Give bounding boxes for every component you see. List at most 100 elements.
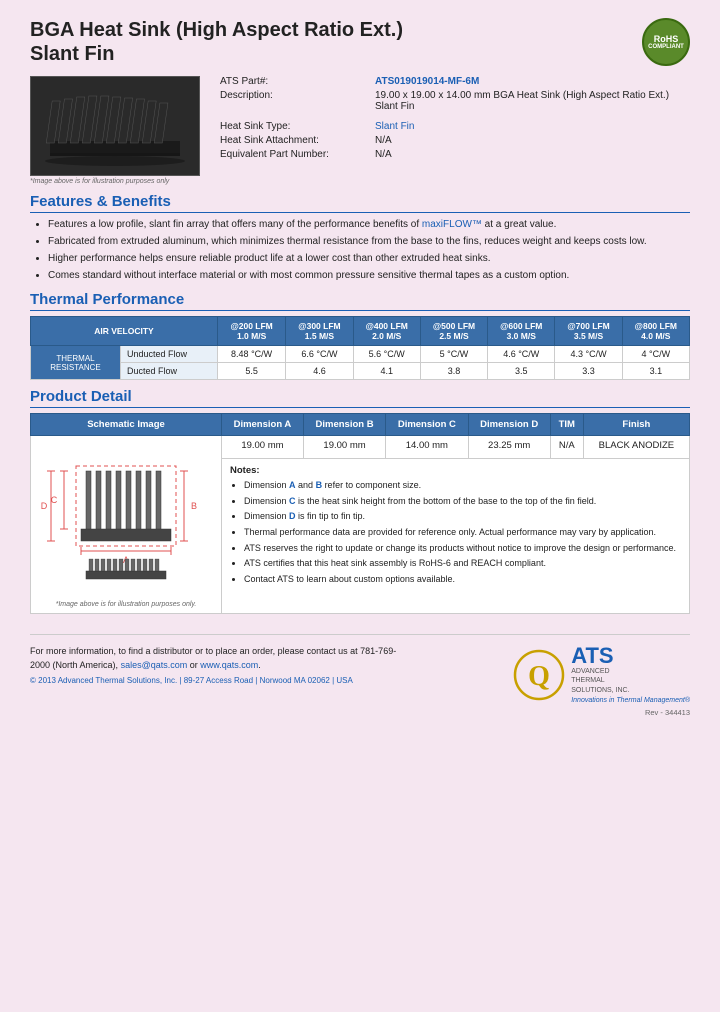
ducted-500: 3.8 [420, 363, 487, 380]
unducted-300: 6.6 °C/W [286, 346, 353, 363]
unducted-600: 4.6 °C/W [488, 346, 555, 363]
ats-big-text: ATS [571, 645, 690, 667]
svg-text:Q: Q [528, 661, 550, 692]
ducted-flow-label: Ducted Flow [121, 363, 218, 380]
rev-text: Rev - 344413 [30, 708, 690, 717]
features-list: Features a low profile, slant fin array … [48, 218, 690, 283]
product-image-area: *Image above is for illustration purpose… [30, 76, 200, 185]
product-detail-table: Schematic Image Dimension A Dimension B … [30, 413, 690, 614]
ats-q-logo: Q [513, 649, 565, 701]
notes-list: Dimension A and B refer to component siz… [244, 479, 681, 585]
thermal-performance-heading: Thermal Performance [30, 291, 690, 311]
note-2: Dimension C is the heat sink height from… [244, 495, 681, 508]
air-velocity-header: AIR VELOCITY [31, 317, 218, 346]
note-2-c: C [289, 496, 296, 506]
thermal-resistance-label: THERMAL RESISTANCE [31, 346, 121, 380]
ats-company-2: THERMAL [571, 676, 690, 685]
ats-company-1: ADVANCED [571, 667, 690, 676]
footer-email[interactable]: sales@qats.com [121, 660, 188, 670]
product-info-row: *Image above is for illustration purpose… [30, 76, 690, 185]
footer-website[interactable]: www.qats.com [200, 660, 258, 670]
dim-a-header: Dimension A [222, 414, 304, 436]
heat-sink-type-row: Heat Sink Type: Slant Fin [220, 121, 690, 132]
product-image-box [30, 76, 200, 176]
svg-text:B: B [191, 501, 197, 511]
rohs-text: RoHS [654, 34, 679, 44]
image-note: *Image above is for illustration purpose… [30, 178, 200, 185]
footer-contact-text: For more information, to find a distribu… [30, 645, 410, 672]
feature-item-2: Fabricated from extruded aluminum, which… [48, 235, 690, 249]
dim-c-header: Dimension C [386, 414, 468, 436]
feature-item-4: Comes standard without interface materia… [48, 269, 690, 283]
header-area: BGA Heat Sink (High Aspect Ratio Ext.) S… [30, 18, 690, 66]
thermal-performance-table: AIR VELOCITY @200 LFM1.0 M/S @300 LFM1.5… [30, 316, 690, 380]
ats-part-label: ATS Part#: [220, 76, 375, 87]
heat-sink-type-value: Slant Fin [375, 121, 414, 132]
ducted-800: 3.1 [622, 363, 689, 380]
ats-part-row: ATS Part#: ATS019019014-MF-6M [220, 76, 690, 87]
page: BGA Heat Sink (High Aspect Ratio Ext.) S… [0, 0, 720, 1012]
footer-copyright: © 2013 Advanced Thermal Solutions, Inc. … [30, 676, 410, 685]
title-line1: BGA Heat Sink (High Aspect Ratio Ext.) S… [30, 18, 403, 66]
equivalent-part-value: N/A [375, 149, 392, 160]
col-200lfm: @200 LFM1.0 M/S [217, 317, 285, 346]
equivalent-part-label: Equivalent Part Number: [220, 149, 375, 160]
notes-heading: Notes: [230, 465, 681, 476]
schematic-note: *Image above is for illustration purpose… [36, 601, 216, 608]
unducted-800: 4 °C/W [622, 346, 689, 363]
footer-area: For more information, to find a distribu… [30, 634, 690, 703]
product-details-table: ATS Part#: ATS019019014-MF-6M Descriptio… [220, 76, 690, 185]
finish-value: BLACK ANODIZE [583, 436, 689, 459]
heat-sink-attachment-label: Heat Sink Attachment: [220, 135, 375, 146]
unducted-400: 5.6 °C/W [353, 346, 420, 363]
dim-b-value: 19.00 mm [303, 436, 385, 459]
col-800lfm: @800 LFM4.0 M/S [622, 317, 689, 346]
schematic-svg: A B C D [36, 441, 216, 596]
ats-text-logo: ATS ADVANCED THERMAL SOLUTIONS, INC. Inn… [571, 645, 690, 703]
note-1: Dimension A and B refer to component siz… [244, 479, 681, 492]
description-label: Description: [220, 90, 375, 101]
schematic-image-header: Schematic Image [31, 414, 222, 436]
dim-d-value: 23.25 mm [468, 436, 550, 459]
dim-c-value: 14.00 mm [386, 436, 468, 459]
product-title: BGA Heat Sink (High Aspect Ratio Ext.) S… [30, 18, 403, 66]
heat-sink-attachment-value: N/A [375, 135, 392, 146]
ats-company-3: SOLUTIONS, INC. [571, 686, 690, 695]
unducted-200: 8.48 °C/W [217, 346, 285, 363]
svg-text:C: C [51, 495, 58, 505]
equivalent-part-row: Equivalent Part Number: N/A [220, 149, 690, 160]
col-300lfm: @300 LFM1.5 M/S [286, 317, 353, 346]
unducted-500: 5 °C/W [420, 346, 487, 363]
note-6: ATS certifies that this heat sink assemb… [244, 557, 681, 570]
note-3-d: D [289, 511, 296, 521]
ducted-700: 3.3 [555, 363, 622, 380]
ats-logo-area: Q ATS ADVANCED THERMAL SOLUTIONS, INC. I… [513, 645, 690, 703]
unducted-flow-label: Unducted Flow [121, 346, 218, 363]
col-600lfm: @600 LFM3.0 M/S [488, 317, 555, 346]
notes-cell: Notes: Dimension A and B refer to compon… [222, 459, 690, 614]
ducted-600: 3.5 [488, 363, 555, 380]
ats-tagline: Innovations in Thermal Management® [571, 697, 690, 704]
finish-header: Finish [583, 414, 689, 436]
rohs-compliant: COMPLIANT [648, 44, 684, 50]
heatsink-illustration [35, 81, 195, 171]
col-400lfm: @400 LFM2.0 M/S [353, 317, 420, 346]
features-heading: Features & Benefits [30, 193, 690, 213]
note-1-a: A [289, 480, 296, 490]
dim-d-header: Dimension D [468, 414, 550, 436]
heat-sink-attachment-row: Heat Sink Attachment: N/A [220, 135, 690, 146]
rohs-badge: RoHS COMPLIANT [642, 18, 690, 66]
description-row: Description: 19.00 x 19.00 x 14.00 mm BG… [220, 90, 690, 112]
note-7: Contact ATS to learn about custom option… [244, 573, 681, 586]
ducted-200: 5.5 [217, 363, 285, 380]
note-5: ATS reserves the right to update or chan… [244, 542, 681, 555]
ats-part-value: ATS019019014-MF-6M [375, 76, 479, 87]
schematic-cell: A B C D [31, 436, 222, 614]
maxiflow-link: maxiFLOW™ [422, 219, 482, 230]
col-500lfm: @500 LFM2.5 M/S [420, 317, 487, 346]
tim-header: TIM [550, 414, 583, 436]
ducted-300: 4.6 [286, 363, 353, 380]
tim-value: N/A [550, 436, 583, 459]
note-4: Thermal performance data are provided fo… [244, 526, 681, 539]
feature-item-1: Features a low profile, slant fin array … [48, 218, 690, 232]
